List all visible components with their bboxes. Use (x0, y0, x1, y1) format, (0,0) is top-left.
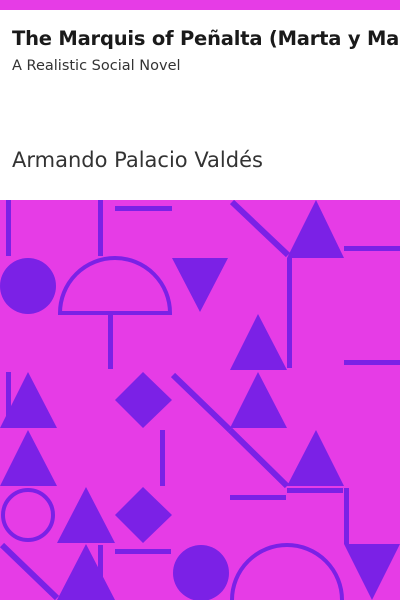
bar-shape (230, 495, 286, 500)
geometric-pattern (0, 200, 400, 600)
bar-shape (160, 430, 165, 486)
book-author: Armando Palacio Valdés (12, 148, 263, 172)
bar-shape (6, 200, 11, 256)
bar-shape (115, 549, 171, 554)
bar-shape (287, 258, 292, 368)
title-area: The Marquis of Peñalta (Marta y María) A… (0, 10, 400, 200)
circle-shape (0, 258, 56, 314)
bar-shape (108, 315, 113, 369)
bar-shape (98, 200, 103, 256)
bar-shape (344, 360, 400, 365)
book-subtitle: A Realistic Social Novel (12, 58, 181, 74)
bar-shape (344, 488, 349, 544)
cover-art (0, 200, 400, 600)
bar-shape (344, 246, 400, 251)
book-cover: The Marquis of Peñalta (Marta y María) A… (0, 0, 400, 600)
bar-shape (115, 206, 172, 211)
circle-shape (173, 545, 229, 600)
book-title: The Marquis of Peñalta (Marta y María) (12, 27, 400, 50)
bar-shape (287, 488, 343, 493)
top-accent-bar (0, 0, 400, 10)
